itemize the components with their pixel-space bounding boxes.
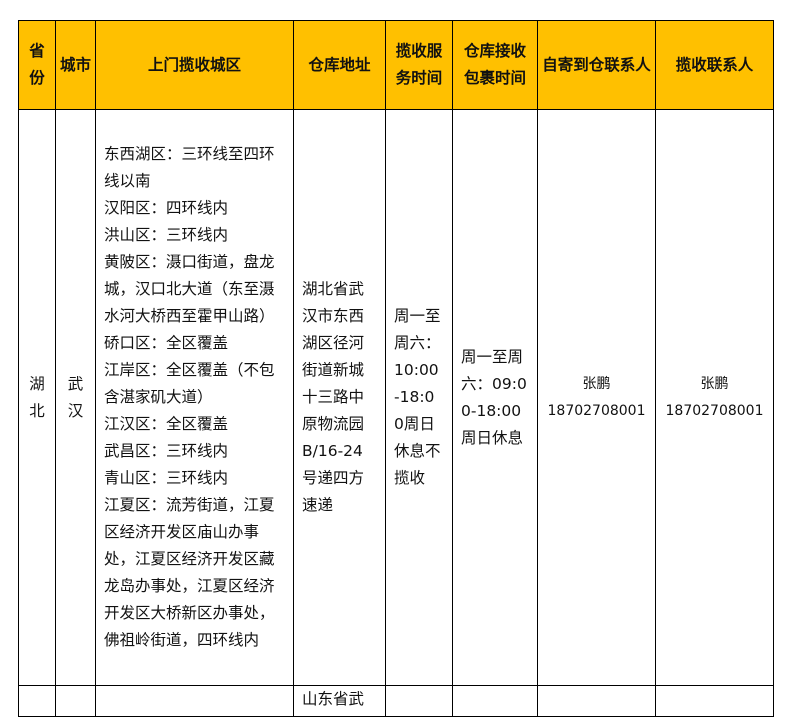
header-row: 省份 城市 上门揽收城区 仓库地址 揽收服务时间 仓库接收包裹时间 自寄到仓联系…: [18, 20, 774, 110]
table-row: 山东省武: [18, 685, 774, 717]
cell-empty: [537, 685, 656, 717]
cell-self-delivery-contact: 张鹏 18702708001: [537, 109, 656, 686]
pickup-info-table: 省份 城市 上门揽收城区 仓库地址 揽收服务时间 仓库接收包裹时间 自寄到仓联系…: [18, 20, 774, 717]
header-province: 省份: [18, 20, 56, 110]
header-self-delivery-contact: 自寄到仓联系人: [537, 20, 656, 110]
header-pickup-contact: 揽收联系人: [655, 20, 774, 110]
cell-empty: [18, 685, 56, 717]
cell-receive-hours: 周一至周六：09:00-18:00周日休息: [452, 109, 538, 686]
cell-warehouse-address: 湖北省武汉市东西湖区径河街道新城十三路中原物流园B/16-24号递四方速递: [293, 109, 386, 686]
cell-empty: [452, 685, 538, 717]
cell-pickup-hours: 周一至周六：10:00-18:00周日休息不揽收: [385, 109, 453, 686]
cell-empty: [95, 685, 294, 717]
cell-warehouse-address: 山东省武: [293, 685, 386, 717]
cell-empty: [655, 685, 774, 717]
cell-city: 武汉: [55, 109, 96, 686]
cell-pickup-contact: 张鹏 18702708001: [655, 109, 774, 686]
cell-province: 湖北: [18, 109, 56, 686]
table-row: 湖北 武汉 东西湖区：三环线至四环线以南 汉阳区：四环线内 洪山区：三环线内 黄…: [18, 109, 774, 686]
header-receive-hours: 仓库接收包裹时间: [452, 20, 538, 110]
header-city: 城市: [55, 20, 96, 110]
cell-empty: [385, 685, 453, 717]
cell-pickup-areas: 东西湖区：三环线至四环线以南 汉阳区：四环线内 洪山区：三环线内 黄陂区：滠口街…: [95, 109, 294, 686]
header-pickup-hours: 揽收服务时间: [385, 20, 453, 110]
header-warehouse-address: 仓库地址: [293, 20, 386, 110]
cell-empty: [55, 685, 96, 717]
header-pickup-areas: 上门揽收城区: [95, 20, 294, 110]
